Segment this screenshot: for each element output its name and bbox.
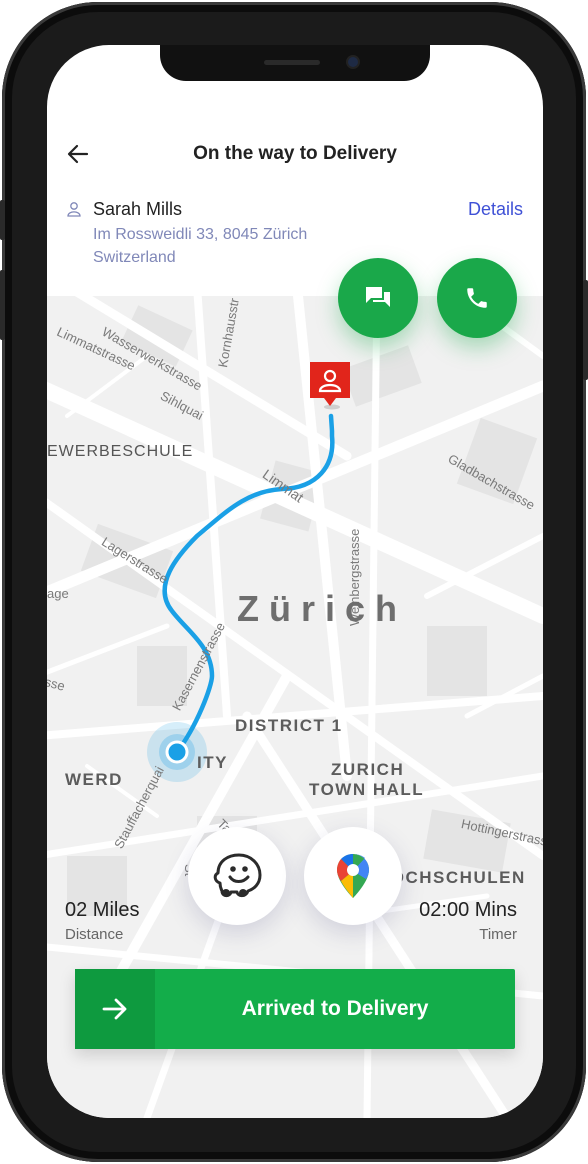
side-button: [0, 200, 5, 240]
chat-icon: [366, 287, 390, 307]
customer-address-line1: Im Rossweidli 33, 8045 Zürich: [93, 226, 308, 243]
distance-value: 02 Miles: [65, 899, 140, 921]
phone-icon: [467, 288, 487, 308]
app-screen: Wasserwerkstrasse Limmatstrasse Kornhaus…: [47, 45, 543, 1118]
chat-button[interactable]: [338, 258, 418, 338]
timer-stat: 02:00 Mins Timer: [419, 899, 517, 943]
side-button: [0, 270, 5, 340]
google-maps-icon: [337, 854, 369, 898]
page-title: On the way to Delivery: [193, 143, 397, 164]
customer-name: Sarah Mills: [93, 199, 183, 219]
map-district-label: DISTRICT 1: [235, 716, 343, 735]
arrived-button-label: Arrived to Delivery: [241, 997, 429, 1020]
google-maps-button[interactable]: [304, 827, 402, 925]
current-location-dot: [165, 740, 189, 764]
distance-stat: 02 Miles Distance: [65, 899, 139, 943]
side-button: [583, 280, 588, 380]
person-icon: [66, 201, 82, 217]
timer-value: 02:00 Mins: [419, 899, 517, 921]
distance-label: Distance: [65, 926, 124, 943]
route-line: [162, 413, 335, 755]
details-link[interactable]: Details: [468, 199, 523, 220]
map-district-label: ITY: [197, 753, 228, 772]
map-district-label: ZURICH: [331, 760, 405, 779]
map-district-label: WERD: [65, 770, 123, 789]
call-button[interactable]: [437, 258, 517, 338]
timer-label: Timer: [479, 926, 517, 943]
map-street-label: age: [47, 586, 69, 601]
phone-notch: [160, 45, 430, 81]
arrow-right-icon: [75, 969, 155, 1049]
map-district-label: TOWN HALL: [309, 780, 425, 799]
waze-icon: [213, 853, 262, 898]
map-city-label: Zürich: [237, 588, 408, 629]
arrived-to-delivery-button[interactable]: Arrived to Delivery: [75, 969, 515, 1049]
customer-address-line2: Switzerland: [93, 249, 176, 266]
map-district-label: EWERBESCHULE: [47, 443, 194, 460]
top-bar: On the way to Delivery: [47, 133, 543, 173]
waze-button[interactable]: [188, 827, 286, 925]
map-pin-icon[interactable]: [310, 362, 350, 410]
